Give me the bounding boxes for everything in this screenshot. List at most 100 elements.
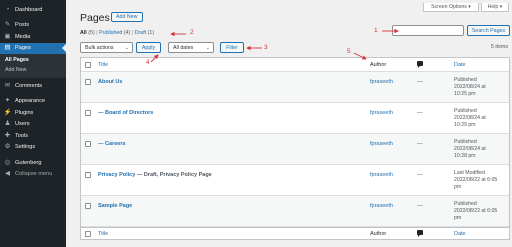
dates-select[interactable]: All dates ⌄ bbox=[168, 42, 214, 53]
col-author-header: Author bbox=[370, 62, 387, 68]
row-checkbox[interactable] bbox=[85, 203, 91, 209]
bulk-actions-select[interactable]: Bulk actions ⌄ bbox=[80, 42, 133, 53]
page-title-link[interactable]: — Careers bbox=[98, 141, 126, 147]
filter-published[interactable]: Published (4) bbox=[99, 30, 130, 36]
comments-column-icon bbox=[417, 61, 423, 68]
plugins-icon: ⚡ bbox=[3, 108, 12, 116]
filter-draft[interactable]: Draft (1) bbox=[135, 30, 154, 36]
page-title-link[interactable]: About Us bbox=[98, 79, 122, 85]
admin-sidebar: ◔ Dashboard ✎ Posts ▣ Media ▤ Pages All … bbox=[0, 0, 66, 247]
select-all-checkbox[interactable] bbox=[85, 62, 91, 68]
col-author-footer: Author bbox=[370, 231, 387, 237]
apply-button[interactable]: Apply bbox=[136, 42, 161, 53]
author-link[interactable]: fpraseeth bbox=[370, 203, 393, 209]
sidebar-item-label: Posts bbox=[15, 22, 29, 29]
comments-column-icon bbox=[417, 230, 423, 237]
select-all-checkbox[interactable] bbox=[85, 231, 91, 237]
pages-table: Title Author Date About Us fpraseeth — P… bbox=[80, 57, 510, 240]
chevron-down-icon: ⌄ bbox=[205, 45, 210, 51]
row-checkbox[interactable] bbox=[85, 141, 91, 147]
author-link[interactable]: fpraseeth bbox=[370, 79, 393, 85]
sidebar-item-label: Settings bbox=[15, 144, 36, 151]
comments-count: — bbox=[417, 141, 423, 147]
sidebar-item-media[interactable]: ▣ Media bbox=[0, 31, 66, 43]
annotation-number-1: 1 bbox=[374, 27, 378, 34]
media-icon: ▣ bbox=[4, 32, 11, 40]
sidebar-item-gutenberg[interactable]: ◎ Gutenberg bbox=[0, 157, 66, 169]
page-title-link[interactable]: Privacy Policy bbox=[98, 172, 135, 178]
submenu-all-pages[interactable]: All Pages bbox=[0, 56, 66, 66]
dates-value: All dates bbox=[173, 44, 194, 51]
annotation-number-5: 5 bbox=[347, 48, 351, 55]
annotation-number-4: 4 bbox=[146, 59, 150, 66]
sidebar-item-plugins[interactable]: ⚡ Plugins bbox=[0, 107, 66, 119]
date-cell: Published 2022/08/24 at 10:29 pm bbox=[454, 108, 486, 128]
page-title-link[interactable]: Sample Page bbox=[98, 203, 132, 209]
post-state: — Draft, Privacy Policy Page bbox=[135, 172, 212, 178]
sidebar-item-label: Appearance bbox=[15, 98, 46, 105]
settings-icon: ⚙ bbox=[4, 143, 11, 150]
sidebar-item-users[interactable]: ♟ Users bbox=[0, 119, 66, 131]
sidebar-item-pages[interactable]: ▤ Pages bbox=[0, 42, 66, 54]
help-button[interactable]: Help ▾ bbox=[481, 3, 509, 12]
sidebar-item-settings[interactable]: ⚙ Settings bbox=[0, 142, 66, 154]
table-row: Sample Page fpraseeth — Published 2022/08… bbox=[81, 196, 509, 227]
table-row: — Careers fpraseeth — Published 2022/08/2… bbox=[81, 134, 509, 165]
sidebar-collapse-menu[interactable]: ◀ Collapse menu bbox=[0, 169, 66, 181]
col-date-header[interactable]: Date bbox=[454, 62, 466, 68]
sidebar-item-label: Comments bbox=[15, 82, 43, 89]
annotation-number-2: 2 bbox=[190, 29, 194, 36]
status-filter-links: All (5) | Published (4) | Draft (1) bbox=[80, 30, 155, 36]
comments-count: — bbox=[417, 79, 423, 85]
gutenberg-icon: ◎ bbox=[4, 158, 11, 166]
sidebar-item-label: Users bbox=[15, 121, 30, 128]
add-new-button[interactable]: Add New bbox=[111, 12, 143, 22]
dashboard-icon: ◔ bbox=[5, 5, 10, 13]
filter-all[interactable]: All (5) bbox=[80, 30, 95, 36]
row-checkbox[interactable] bbox=[85, 79, 91, 85]
annotation-number-3: 3 bbox=[264, 44, 268, 51]
filter-button[interactable]: Filter bbox=[220, 42, 244, 53]
screen-options-button[interactable]: Screen Options ▾ bbox=[423, 3, 479, 12]
sidebar-item-label: Collapse menu bbox=[15, 171, 53, 178]
sidebar-item-comments[interactable]: ✉ Comments bbox=[0, 80, 66, 92]
author-link[interactable]: fpraseeth bbox=[370, 110, 393, 116]
bulk-actions-value: Bulk actions bbox=[85, 44, 114, 51]
search-input[interactable] bbox=[392, 25, 464, 36]
comments-count: — bbox=[417, 110, 423, 116]
table-footer-row: Title Author Date bbox=[81, 227, 509, 239]
pages-icon: ▤ bbox=[4, 44, 11, 51]
date-cell: Published 2022/08/22 at 6:05 pm bbox=[454, 201, 498, 221]
page-title-link[interactable]: — Board of Directors bbox=[98, 110, 153, 116]
col-date-footer[interactable]: Date bbox=[454, 231, 466, 237]
sidebar-item-label: Plugins bbox=[15, 109, 34, 116]
date-cell: Last Modified 2022/08/22 at 6:05 pm bbox=[454, 170, 498, 190]
col-title-header[interactable]: Title bbox=[98, 62, 108, 68]
comments-icon: ✉ bbox=[4, 81, 11, 89]
page-title: Pages bbox=[80, 12, 110, 24]
sidebar-item-appearance[interactable]: ✦ Appearance bbox=[0, 96, 66, 108]
collapse-icon: ◀ bbox=[5, 170, 10, 177]
author-link[interactable]: fpraseeth bbox=[370, 172, 393, 178]
tools-icon: ✚ bbox=[4, 131, 11, 139]
users-icon: ♟ bbox=[4, 120, 11, 127]
date-cell: Published 2022/08/24 at 10:25 pm bbox=[454, 77, 486, 97]
sidebar-item-tools[interactable]: ✚ Tools bbox=[0, 130, 66, 142]
row-checkbox[interactable] bbox=[85, 172, 91, 178]
sidebar-item-label: Dashboard bbox=[15, 6, 43, 13]
comments-count: — bbox=[417, 203, 423, 209]
comments-count: — bbox=[417, 172, 423, 178]
table-row: — Board of Directors fpraseeth — Publish… bbox=[81, 103, 509, 134]
sidebar-item-dashboard[interactable]: ◔ Dashboard bbox=[0, 4, 66, 16]
appearance-icon: ✦ bbox=[4, 97, 11, 104]
sidebar-item-label: Media bbox=[15, 33, 31, 40]
row-checkbox[interactable] bbox=[85, 110, 91, 116]
table-row: Privacy Policy — Draft, Privacy Policy P… bbox=[81, 165, 509, 196]
chevron-down-icon: ⌄ bbox=[124, 45, 129, 51]
col-title-footer[interactable]: Title bbox=[98, 231, 108, 237]
search-pages-button[interactable]: Search Pages bbox=[467, 25, 510, 36]
submenu-add-new[interactable]: Add New bbox=[0, 66, 66, 76]
date-cell: Published 2022/08/24 at 10:28 pm bbox=[454, 139, 486, 159]
sidebar-item-posts[interactable]: ✎ Posts bbox=[0, 20, 66, 32]
author-link[interactable]: fpraseeth bbox=[370, 141, 393, 147]
